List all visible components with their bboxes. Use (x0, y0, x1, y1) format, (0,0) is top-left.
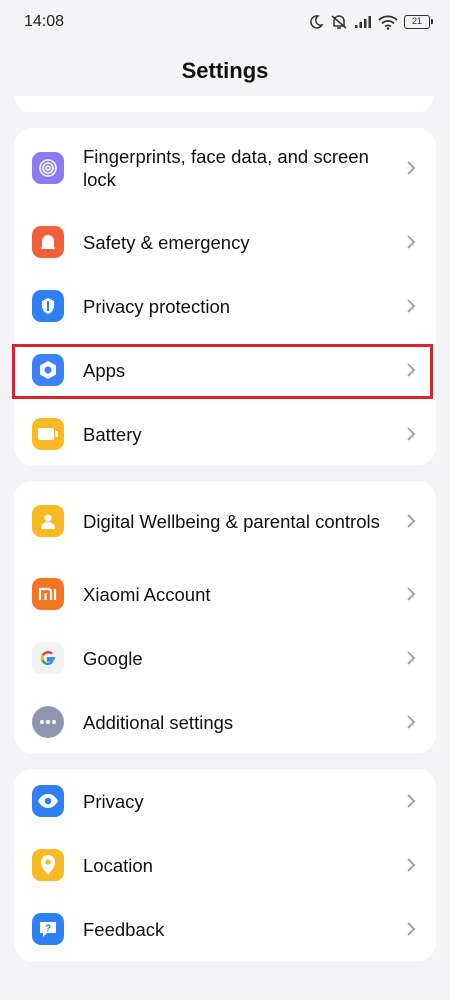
previous-card-edge (14, 96, 434, 112)
google-g-icon (32, 642, 64, 674)
settings-item-battery[interactable]: Battery (14, 402, 436, 466)
battery-indicator: 21 (404, 15, 433, 29)
signal-icon (355, 16, 371, 28)
more-dots-icon (32, 706, 64, 738)
status-time: 14:08 (24, 13, 65, 30)
battery-icon (32, 418, 64, 450)
settings-item-safety-emergency[interactable]: Safety & emergency (14, 210, 436, 274)
settings-item-label: Xiaomi Account (83, 583, 211, 605)
settings-item-label: Google (83, 647, 143, 669)
eye-icon (32, 785, 64, 817)
settings-item-privacy-protection[interactable]: Privacy protection (14, 274, 436, 338)
highlight-box (12, 344, 433, 399)
chevron-right-icon (407, 794, 416, 808)
settings-item-location[interactable]: Location (14, 833, 436, 897)
settings-item-label: Privacy (83, 790, 144, 812)
settings-item-label: Fingerprints, face data, and screen lock (83, 146, 369, 190)
chevron-right-icon (407, 427, 416, 441)
settings-group-1: Fingerprints, face data, and screen lock… (14, 128, 436, 465)
chevron-right-icon (407, 715, 416, 729)
alert-bell-icon (32, 226, 64, 258)
chevron-right-icon (407, 161, 416, 175)
chevron-right-icon (407, 922, 416, 936)
feedback-icon: ? (32, 913, 64, 945)
shield-icon (32, 290, 64, 322)
settings-item-feedback[interactable]: ? Feedback (14, 897, 436, 961)
chevron-right-icon (407, 299, 416, 313)
settings-item-fingerprints[interactable]: Fingerprints, face data, and screen lock (14, 132, 436, 204)
chevron-right-icon (407, 514, 416, 528)
page-title: Settings (181, 58, 269, 83)
chevron-right-icon (407, 235, 416, 249)
wifi-icon (378, 15, 398, 30)
settings-item-additional-settings[interactable]: Additional settings (14, 690, 436, 754)
settings-item-label: Battery (83, 423, 142, 445)
moon-icon (310, 15, 324, 29)
settings-item-label: Location (83, 854, 153, 876)
mute-icon (331, 15, 347, 29)
fingerprint-icon (32, 152, 64, 184)
settings-item-label: Additional settings (83, 711, 234, 733)
settings-item-label: Safety & emergency (83, 231, 250, 253)
settings-group-3: Privacy Location ? Feedback (14, 769, 436, 961)
settings-item-privacy[interactable]: Privacy (14, 769, 436, 833)
location-pin-icon (32, 849, 64, 881)
wellbeing-icon (32, 505, 64, 537)
chevron-right-icon (407, 858, 416, 872)
mi-logo-icon (32, 578, 64, 610)
settings-group-2: Digital Wellbeing & parental controls Xi… (14, 481, 436, 753)
status-icons: 21 (308, 14, 433, 30)
settings-item-label: Feedback (83, 918, 165, 940)
settings-item-google[interactable]: Google (14, 626, 436, 690)
settings-item-label: Privacy protection (83, 295, 231, 317)
chevron-right-icon (407, 587, 416, 601)
chevron-right-icon (407, 651, 416, 665)
settings-item-xiaomi-account[interactable]: Xiaomi Account (14, 562, 436, 626)
status-bar: 14:08 21 (0, 0, 450, 44)
settings-item-label: Digital Wellbeing & parental controls (83, 510, 380, 532)
settings-item-digital-wellbeing[interactable]: Digital Wellbeing & parental controls (14, 485, 436, 557)
svg-text:?: ? (45, 924, 51, 935)
